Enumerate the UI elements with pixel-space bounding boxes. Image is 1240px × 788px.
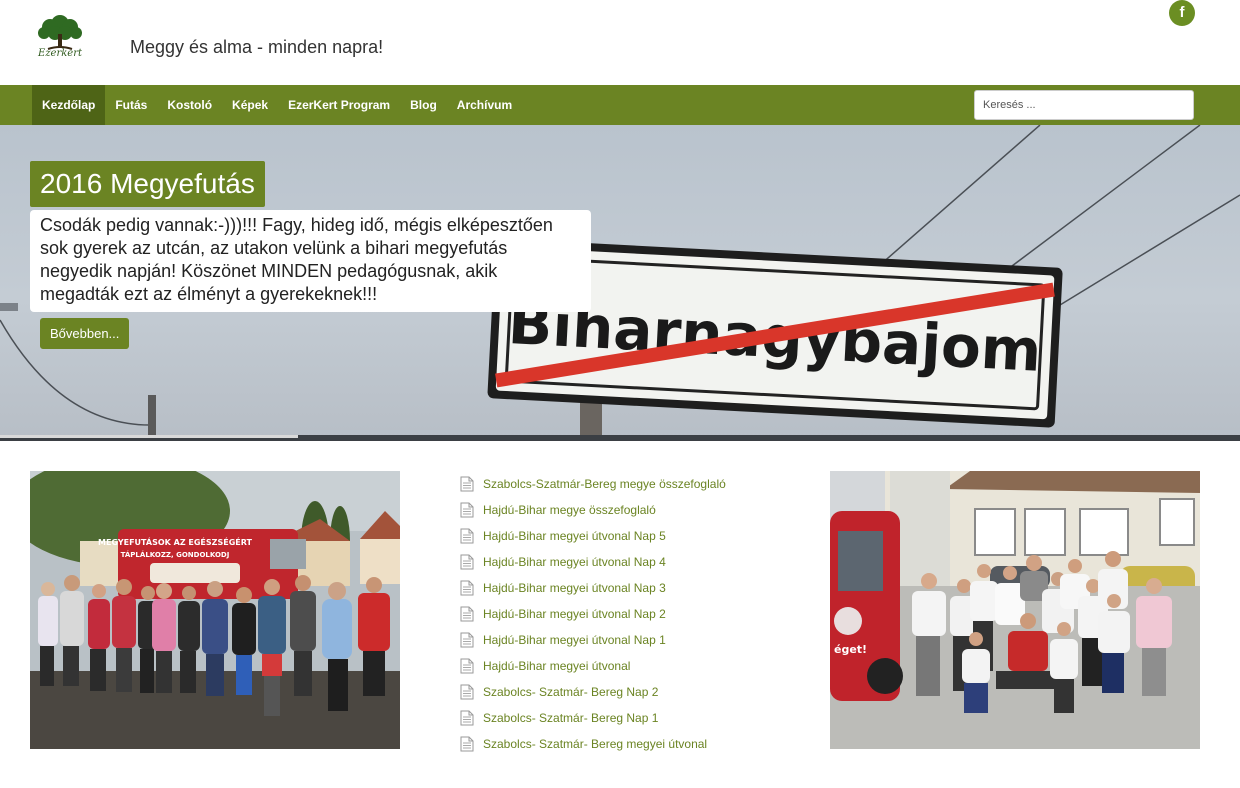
slider-progress-fill xyxy=(0,435,298,438)
list-item[interactable]: Hajdú-Bihar megyei útvonal Nap 4 xyxy=(460,549,800,575)
document-icon xyxy=(460,528,474,544)
nav-item[interactable]: Kostoló xyxy=(157,85,222,125)
article-link[interactable]: Hajdú-Bihar megyei útvonal Nap 2 xyxy=(483,607,666,621)
nav-item[interactable]: Blog xyxy=(400,85,447,125)
hero-title: 2016 Megyefutás xyxy=(30,161,265,207)
document-icon xyxy=(460,554,474,570)
hero-description: Csodák pedig vannak:-)))!!! Fagy, hideg … xyxy=(30,210,591,312)
main-nav: Kezdőlap Futás Kostoló Képek EzerKert Progra… xyxy=(0,85,1240,125)
list-item[interactable]: Hajdú-Bihar megye összefoglaló xyxy=(460,497,800,523)
article-link[interactable]: Szabolcs- Szatmár- Bereg Nap 1 xyxy=(483,711,658,725)
site-logo[interactable]: Ezerkert xyxy=(30,12,90,62)
list-item[interactable]: Hajdú-Bihar megyei útvonal Nap 5 xyxy=(460,523,800,549)
facebook-icon[interactable]: f xyxy=(1169,0,1195,26)
tree-logo-icon xyxy=(38,15,82,50)
article-link[interactable]: Hajdú-Bihar megyei útvonal xyxy=(483,659,630,673)
logo-text: Ezerkert xyxy=(37,48,83,59)
list-item[interactable]: Hajdú-Bihar megyei útvonal Nap 2 xyxy=(460,601,800,627)
nav-item[interactable]: Kezdőlap xyxy=(32,85,106,125)
nav-item[interactable]: Képek xyxy=(222,85,278,125)
document-icon xyxy=(460,658,474,674)
list-item[interactable]: Szabolcs- Szatmár- Bereg megyei útvonal xyxy=(460,731,800,757)
nav-item[interactable]: Futás xyxy=(105,85,157,125)
article-link[interactable]: Hajdú-Bihar megyei útvonal Nap 1 xyxy=(483,633,666,647)
hero-slider: Biharnagybajom 2016 Megyefutás Csodák pe… xyxy=(0,125,1240,441)
document-icon xyxy=(460,606,474,622)
article-link[interactable]: Szabolcs-Szatmár-Bereg megye összefoglal… xyxy=(483,477,726,491)
van-text-2: TÁPLÁLKOZZ, GONDOLKODJ xyxy=(121,550,230,559)
article-link[interactable]: Szabolcs- Szatmár- Bereg Nap 2 xyxy=(483,685,658,699)
nav-item[interactable]: EzerKert Program xyxy=(278,85,400,125)
document-icon xyxy=(460,710,474,726)
document-icon xyxy=(460,736,474,752)
right-van-text: éget! xyxy=(834,643,867,656)
read-more-button[interactable]: Bővebben... xyxy=(40,318,130,349)
document-icon xyxy=(460,580,474,596)
list-item[interactable]: Hajdú-Bihar megyei útvonal Nap 1 xyxy=(460,627,800,653)
article-link[interactable]: Hajdú-Bihar megyei útvonal Nap 3 xyxy=(483,581,666,595)
list-item[interactable]: Hajdú-Bihar megyei útvonal xyxy=(460,653,800,679)
article-link[interactable]: Szabolcs- Szatmár- Bereg megyei útvonal xyxy=(483,737,707,751)
list-item[interactable]: Hajdú-Bihar megyei útvonal Nap 3 xyxy=(460,575,800,601)
site-header: Ezerkert Meggy és alma - minden napra! f xyxy=(0,0,1240,85)
photo-students-group[interactable]: éget! xyxy=(830,471,1200,749)
search-input[interactable] xyxy=(974,90,1194,120)
document-icon xyxy=(460,502,474,518)
article-link[interactable]: Hajdú-Bihar megye összefoglaló xyxy=(483,503,656,517)
slider-progress-track xyxy=(0,435,1240,441)
nav-item[interactable]: Archívum xyxy=(447,85,522,125)
article-link[interactable]: Hajdú-Bihar megyei útvonal Nap 5 xyxy=(483,529,666,543)
nav-items: Kezdőlap Futás Kostoló Képek EzerKert Progra… xyxy=(32,85,522,125)
site-tagline: Meggy és alma - minden napra! xyxy=(130,37,384,57)
article-list: Szabolcs-Szatmár-Bereg megye összefoglal… xyxy=(460,471,800,757)
article-link[interactable]: Hajdú-Bihar megyei útvonal Nap 4 xyxy=(483,555,666,569)
van-text-1: MEGYEFUTÁSOK AZ EGÉSZSÉGÉRT xyxy=(98,536,253,547)
document-icon xyxy=(460,684,474,700)
document-icon xyxy=(460,632,474,648)
list-item[interactable]: Szabolcs- Szatmár- Bereg Nap 2 xyxy=(460,679,800,705)
photo-runners-group[interactable]: MEGYEFUTÁSOK AZ EGÉSZSÉGÉRT TÁPLÁLKOZZ, … xyxy=(30,471,400,749)
list-item[interactable]: Szabolcs-Szatmár-Bereg megye összefoglal… xyxy=(460,471,800,497)
list-item[interactable]: Szabolcs- Szatmár- Bereg Nap 1 xyxy=(460,705,800,731)
document-icon xyxy=(460,476,474,492)
